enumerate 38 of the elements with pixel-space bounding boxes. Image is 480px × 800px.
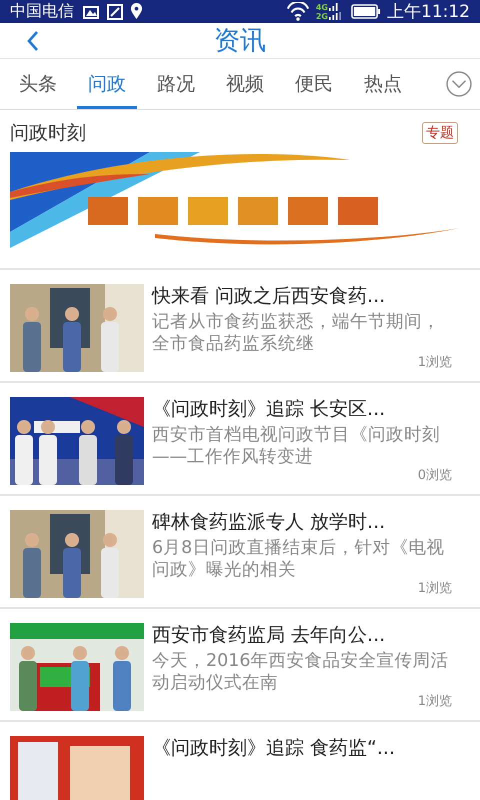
news-item[interactable]: 西安市食药监局 去年向公... 今天，2016年西安食品安全宣传周活动启动仪式在南 1浏览 [0,609,480,722]
news-summary: 6月8日问政直播结束后，针对《电视问政》曝光的相关 [152,537,446,581]
location-icon [130,3,143,20]
category-tab[interactable]: 便民 [284,59,344,109]
category-tab[interactable]: 头条 [8,59,68,109]
network-type: 2G [316,12,328,20]
news-title: 西安市食药监局 去年向公... [152,623,386,647]
category-tab[interactable]: 问政 [77,59,137,109]
page-title: 资讯 [214,25,266,58]
news-title: 《问政时刻》追踪 食药监“... [152,736,396,760]
category-tab[interactable]: 视频 [215,59,275,109]
signal-icon [329,2,341,21]
network-type: 4G [316,2,328,12]
news-summary: 记者从市食药监获悉，端午节期间，全市食品药监系统继 [152,311,441,355]
view-count: 0浏览 [418,468,452,484]
back-icon [26,30,40,52]
topic-badge: 专题 [422,122,458,144]
carrier-name: 中国电信 [10,1,74,22]
view-count: 1浏览 [418,355,452,371]
chevron-down-icon [446,71,472,97]
view-count: 1浏览 [418,581,452,597]
picture-frame-icon [106,2,124,20]
category-tab[interactable]: 热点 [353,59,413,109]
news-summary: 今天，2016年西安食品安全宣传周活动启动仪式在南 [152,650,450,694]
wifi-icon [286,2,310,21]
news-title: 碑林食药监派专人 放学时... [152,510,386,534]
battery-icon [351,4,381,19]
section-title: 问政时刻 [10,121,86,146]
news-item[interactable]: 快来看 问政之后西安食药... 记者从市食药监获悉，端午节期间，全市食品药监系统继 1浏览 [0,270,480,383]
category-tab[interactable]: 路况 [146,59,206,109]
news-item[interactable]: 《问政时刻》追踪 长安区... 西安市首档电视问政节目《问政时刻——工作作风转变进 0浏览 [0,383,480,496]
news-summary: 西安市首档电视问政节目《问政时刻——工作作风转变进 [152,424,441,468]
view-count: 1浏览 [418,694,452,710]
clock-time: 上午11:12 [387,1,470,23]
news-title: 快来看 问政之后西安食药... [152,284,386,308]
news-item[interactable]: 《问政时刻》追踪 食药监“... [0,722,480,800]
news-title: 《问政时刻》追踪 长安区... [152,397,386,421]
news-item[interactable]: 碑林食药监派专人 放学时... 6月8日问政直播结束后，针对《电视问政》曝光的相关 1浏览 [0,496,480,609]
